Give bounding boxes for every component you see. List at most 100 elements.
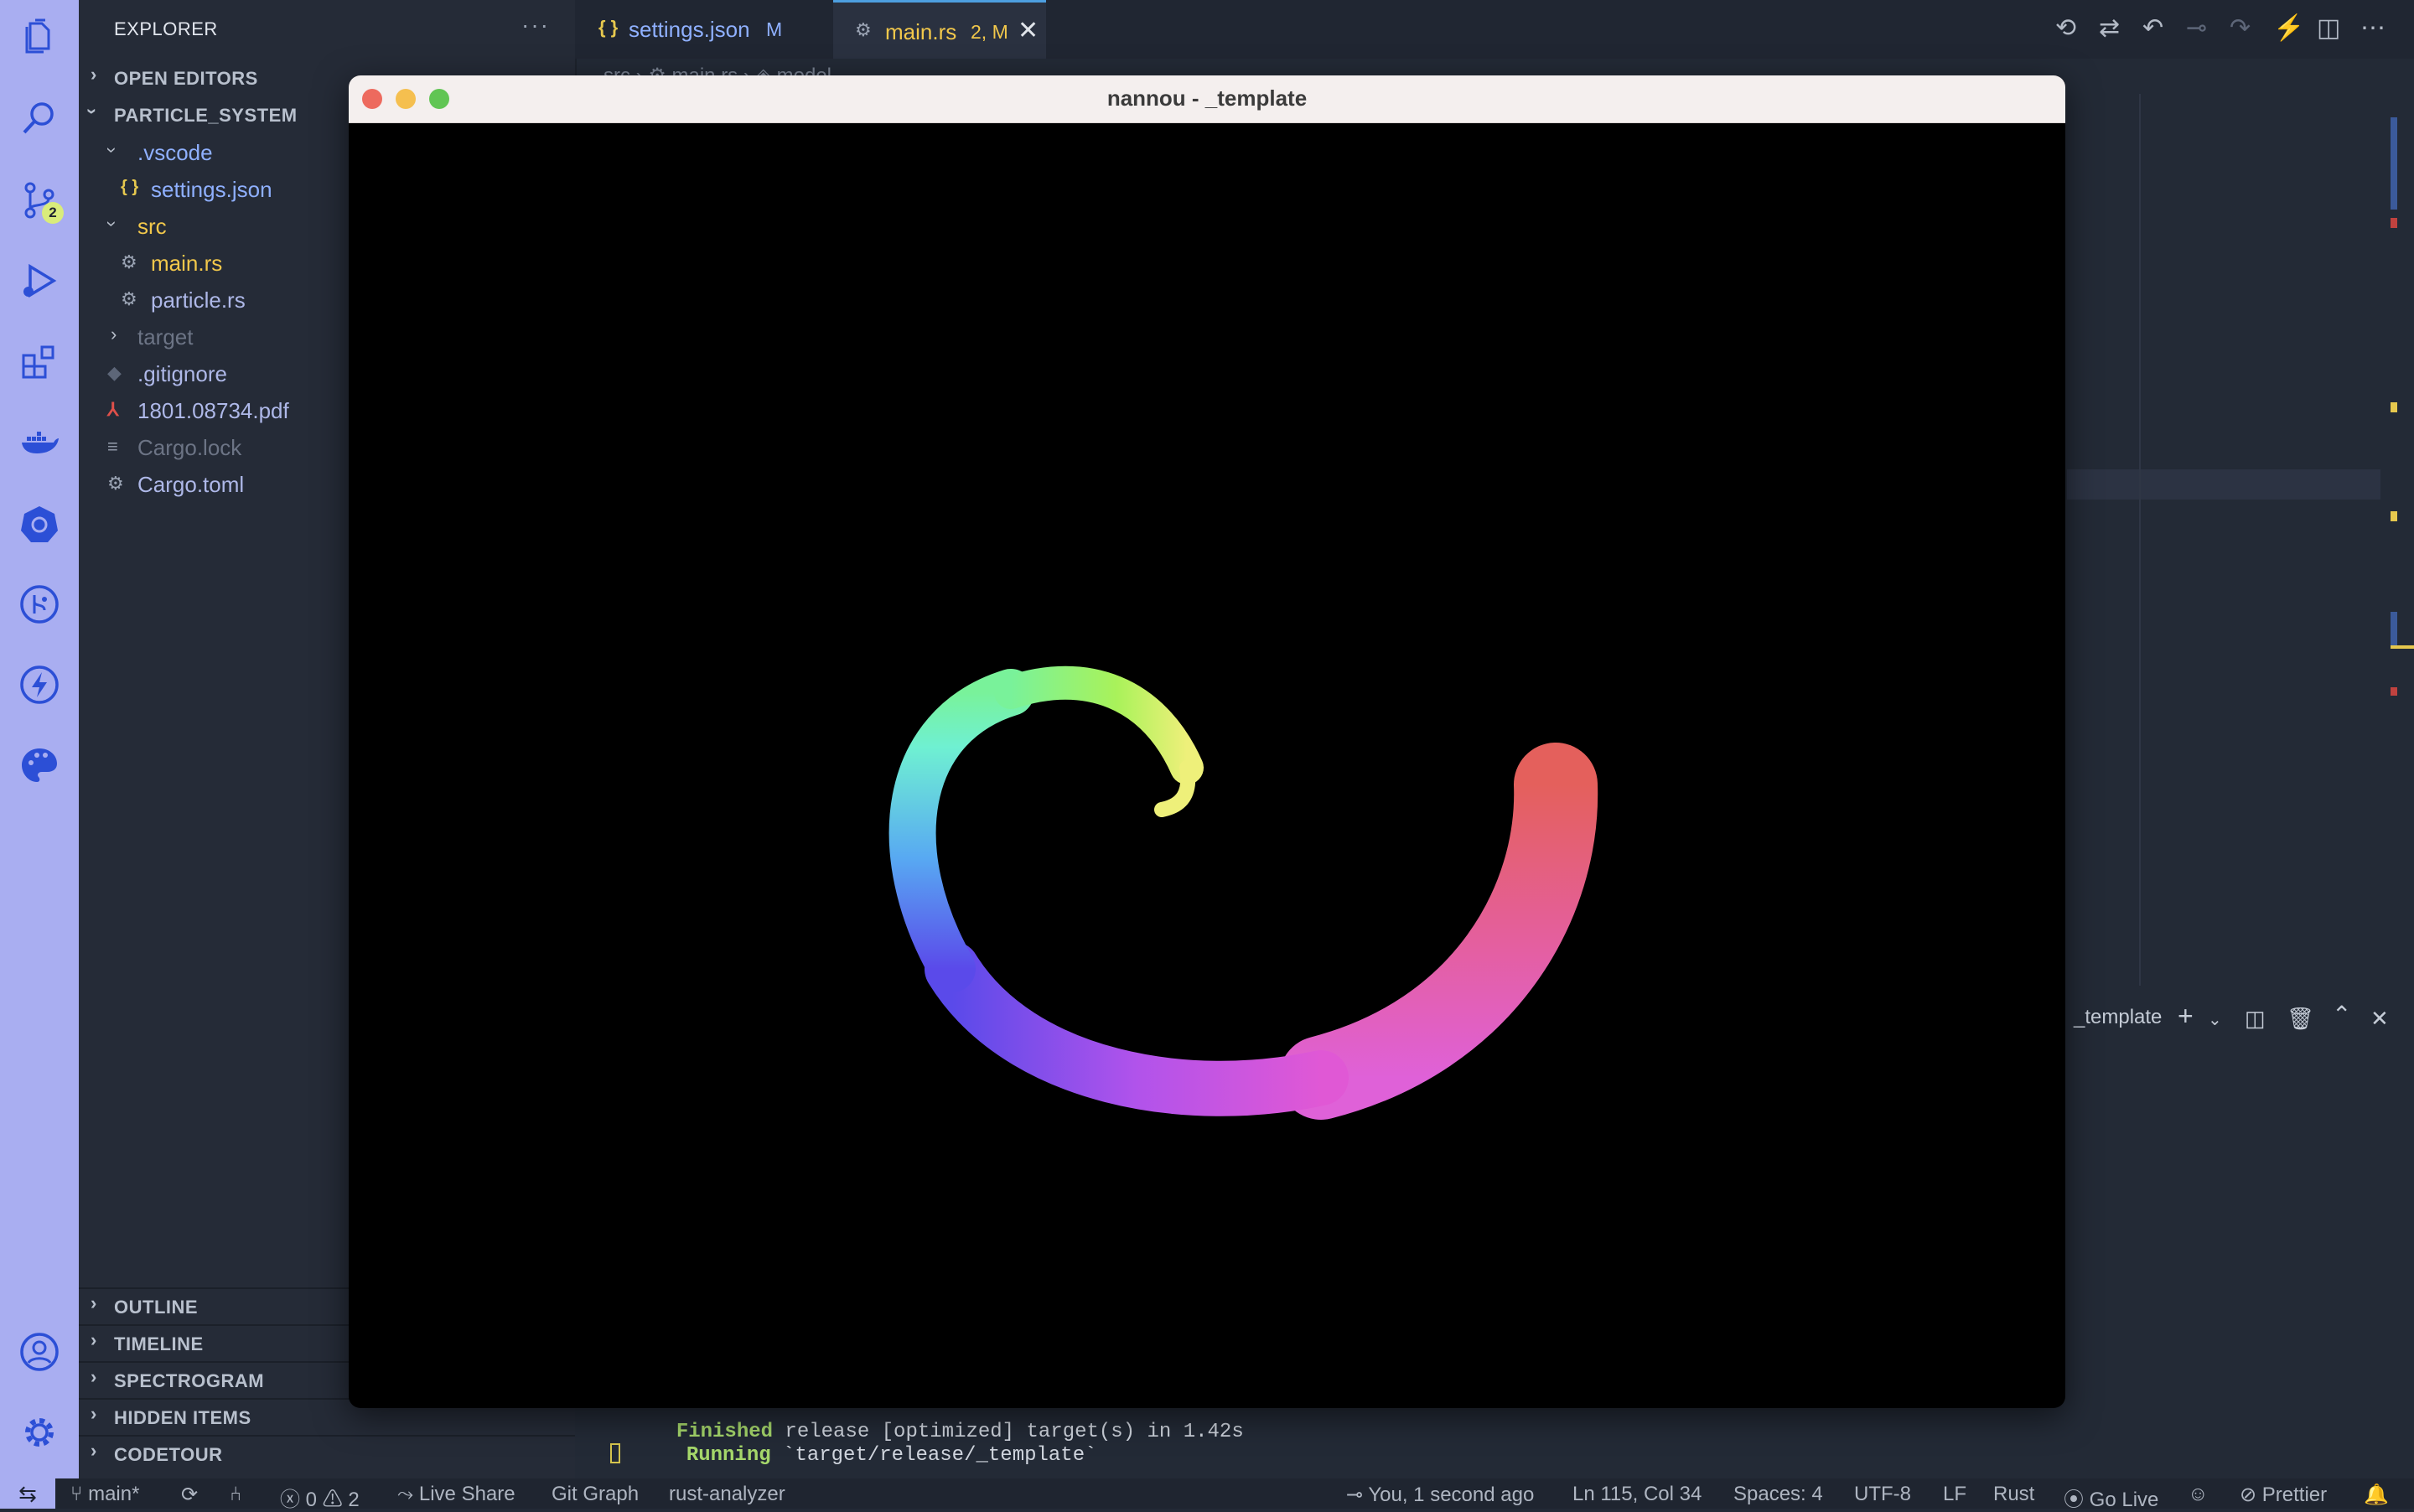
terminal-text: `target/release/_template` — [770, 1444, 1097, 1467]
terminal-panel-header: _template + ⌄ ◫ 🗑 ⌃ ✕ — [2067, 994, 2414, 1044]
maximize-panel-icon[interactable]: ⌃ — [2332, 1001, 2351, 1028]
terminal-line: Running `target/release/_template` — [662, 1421, 1097, 1467]
tab-label: settings.json — [629, 17, 750, 42]
chevron-right-icon: › — [91, 64, 97, 85]
encoding[interactable]: UTF-8 — [1854, 1483, 1911, 1506]
tab-main-rs[interactable]: ⚙ main.rs 2, M ✕ — [833, 0, 1046, 59]
notifications-bell-icon[interactable]: 🔔 — [2364, 1483, 2389, 1507]
go-back-icon[interactable]: ↶ — [2142, 13, 2163, 43]
settings-gear-icon[interactable] — [18, 1411, 60, 1453]
language-mode[interactable]: Rust — [1993, 1483, 2034, 1506]
live-share-button[interactable]: ⤳ Live Share — [397, 1483, 515, 1506]
lightning-icon[interactable] — [18, 664, 60, 706]
editor-ruler — [2139, 94, 2141, 986]
end-of-line[interactable]: LF — [1943, 1483, 1966, 1506]
copilot-icon[interactable]: ☺ — [2188, 1483, 2209, 1506]
section-label: PARTICLE_SYSTEM — [114, 105, 298, 126]
remote-icon[interactable]: ⇆ — [0, 1478, 55, 1509]
section-label: TIMELINE — [114, 1333, 204, 1354]
chevron-right-icon: › — [91, 1440, 97, 1461]
files-icon[interactable] — [18, 17, 60, 59]
blame-text: You, 1 second ago — [1368, 1484, 1535, 1506]
tree-item-label: src — [137, 214, 167, 239]
tab-settings-json[interactable]: { } settings.json M — [575, 0, 831, 59]
go-live-button[interactable]: ⦿ Go Live — [2064, 1483, 2158, 1512]
nannou-window[interactable]: nannou - _template — [349, 75, 2065, 1408]
chevron-down-icon: › — [101, 147, 123, 153]
section-codetour[interactable]: › CODETOUR — [79, 1435, 575, 1470]
cursor-position[interactable]: Ln 115, Col 34 — [1572, 1483, 1702, 1506]
commit-icon: ⊸ — [1346, 1484, 1369, 1506]
account-icon[interactable] — [18, 1331, 60, 1373]
docker-icon[interactable] — [18, 422, 60, 464]
close-icon[interactable]: ✕ — [1018, 16, 1039, 45]
rust-analyzer-status[interactable]: rust-analyzer — [669, 1483, 785, 1506]
minimap-slider[interactable] — [2391, 117, 2397, 210]
more-actions-icon[interactable]: ⋯ — [2360, 13, 2386, 43]
search-icon[interactable] — [18, 97, 60, 139]
more-actions-icon[interactable]: ··· — [521, 12, 550, 39]
chevron-right-icon: › — [91, 1366, 97, 1387]
check-circle-icon: ⊘ — [2240, 1484, 2262, 1506]
tree-item-label: .vscode — [137, 140, 213, 165]
overview-marker — [2391, 402, 2397, 412]
section-label: HIDDEN ITEMS — [114, 1407, 251, 1428]
window-title: nannou - _template — [1106, 85, 1308, 111]
lightning-icon[interactable]: ⚡ — [2273, 13, 2304, 43]
kubernetes-icon[interactable] — [18, 503, 60, 545]
sync-icon[interactable]: ⟳ — [181, 1483, 198, 1507]
swirl-segment — [888, 669, 1034, 992]
git-graph-small-icon[interactable]: ⑃ — [230, 1483, 241, 1506]
run-debug-icon[interactable] — [18, 260, 60, 302]
tree-item-label: settings.json — [151, 177, 272, 202]
timeline-history-icon[interactable]: ⟲ — [2055, 13, 2076, 43]
chevron-right-icon: › — [91, 1329, 97, 1350]
section-label: CODETOUR — [114, 1444, 223, 1465]
terminal-status-word: Running — [686, 1444, 771, 1467]
tree-item-label: particle.rs — [151, 287, 246, 313]
branch-name: main* — [88, 1483, 140, 1505]
add-terminal-icon[interactable]: + — [2178, 1001, 2194, 1032]
indentation[interactable]: Spaces: 4 — [1733, 1483, 1823, 1506]
chevron-right-icon: › — [91, 1292, 97, 1313]
json-file-icon: { } — [598, 17, 619, 38]
git-branch-icon: ⑂ — [70, 1483, 89, 1505]
error-count: 0 — [305, 1489, 318, 1511]
split-terminal-icon[interactable]: ◫ — [2245, 1006, 2266, 1032]
chevron-down-icon: › — [81, 108, 103, 115]
trash-icon[interactable]: 🗑 — [2287, 1006, 2314, 1032]
terminal-title[interactable]: _template — [2074, 1006, 2162, 1029]
section-label: OUTLINE — [114, 1297, 199, 1318]
window-titlebar[interactable]: nannou - _template — [349, 75, 2065, 123]
editor-tab-bar: { } settings.json M ⚙ main.rs 2, M ✕ ⟲ ⇄… — [575, 0, 2414, 59]
prettier-status[interactable]: ⊘ Prettier — [2240, 1483, 2327, 1507]
chevron-down-icon[interactable]: ⌄ — [2208, 1009, 2222, 1030]
git-graph-icon[interactable] — [18, 583, 60, 625]
overview-marker — [2391, 612, 2397, 645]
chevron-right-icon: › — [111, 324, 117, 344]
tab-status: 2, M — [971, 21, 1008, 43]
tree-item-label: Cargo.lock — [137, 435, 242, 460]
error-icon: ⓧ — [280, 1489, 306, 1511]
go-live-label: Go Live — [2089, 1489, 2159, 1511]
git-file-icon: ◆ — [107, 362, 122, 383]
overview-marker — [2391, 645, 2414, 649]
warning-icon: ⚠ — [317, 1489, 349, 1511]
split-editor-icon[interactable]: ◫ — [2317, 13, 2340, 43]
go-forward-icon[interactable]: ↷ — [2230, 13, 2251, 43]
tree-item-label: 1801.08734.pdf — [137, 398, 289, 423]
explorer-title: EXPLORER — [114, 18, 218, 39]
theme-palette-icon[interactable] — [18, 744, 60, 786]
close-panel-icon[interactable]: ✕ — [2370, 1006, 2389, 1032]
compare-changes-icon[interactable]: ⇄ — [2099, 13, 2120, 43]
json-file-icon: { } — [121, 178, 139, 196]
commit-icon[interactable]: ⊸ — [2186, 13, 2207, 43]
git-graph-button[interactable]: Git Graph — [552, 1483, 639, 1506]
overview-marker — [2391, 511, 2397, 521]
git-blame[interactable]: ⊸ You, 1 second ago — [1346, 1483, 1534, 1507]
branch-indicator[interactable]: ⑂ main* — [70, 1483, 139, 1506]
extensions-icon[interactable] — [18, 342, 60, 384]
problems-indicator[interactable]: ⓧ 0 ⚠ 2 — [280, 1483, 360, 1512]
chevron-down-icon: › — [101, 220, 123, 227]
prettier-label: Prettier — [2261, 1484, 2328, 1506]
